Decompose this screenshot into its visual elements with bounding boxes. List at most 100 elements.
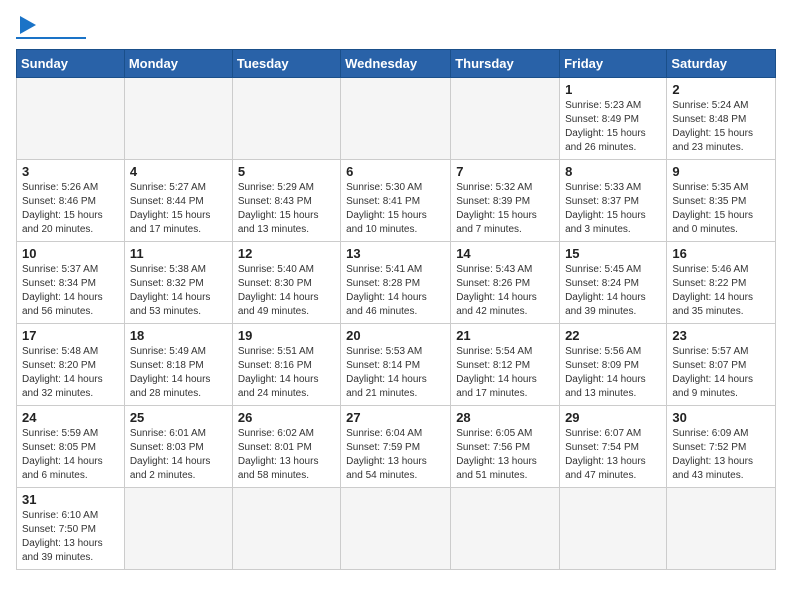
day-number: 17 — [22, 328, 119, 343]
calendar-week-row: 24 Sunrise: 5:59 AM Sunset: 8:05 PM Dayli… — [17, 406, 776, 488]
day-info: Sunrise: 6:02 AM Sunset: 8:01 PM Dayligh… — [238, 427, 335, 483]
calendar-week-row: 10 Sunrise: 5:37 AM Sunset: 8:34 PM Dayli… — [17, 242, 776, 324]
calendar-day-cell: 12 Sunrise: 5:40 AM Sunset: 8:30 PM Dayli… — [232, 242, 340, 324]
day-number: 28 — [456, 410, 554, 425]
calendar-day-cell — [341, 78, 451, 160]
calendar-day-cell — [232, 78, 340, 160]
day-number: 22 — [565, 328, 661, 343]
day-info: Sunrise: 5:41 AM Sunset: 8:28 PM Dayligh… — [346, 263, 445, 319]
calendar-day-cell: 28 Sunrise: 6:05 AM Sunset: 7:56 PM Dayli… — [451, 406, 560, 488]
calendar-day-cell: 20 Sunrise: 5:53 AM Sunset: 8:14 PM Dayli… — [341, 324, 451, 406]
calendar-header-tuesday: Tuesday — [232, 50, 340, 78]
day-number: 2 — [672, 82, 770, 97]
day-number: 4 — [130, 164, 227, 179]
calendar-day-cell — [451, 488, 560, 570]
day-number: 18 — [130, 328, 227, 343]
calendar-day-cell: 31 Sunrise: 6:10 AM Sunset: 7:50 PM Dayli… — [17, 488, 125, 570]
calendar-day-cell: 13 Sunrise: 5:41 AM Sunset: 8:28 PM Dayli… — [341, 242, 451, 324]
day-number: 31 — [22, 492, 119, 507]
day-info: Sunrise: 5:51 AM Sunset: 8:16 PM Dayligh… — [238, 345, 335, 401]
calendar-day-cell: 29 Sunrise: 6:07 AM Sunset: 7:54 PM Dayli… — [560, 406, 667, 488]
day-info: Sunrise: 5:48 AM Sunset: 8:20 PM Dayligh… — [22, 345, 119, 401]
calendar-header-sunday: Sunday — [17, 50, 125, 78]
calendar-day-cell: 21Sunrise: 5:54 AM Sunset: 8:12 PM Dayli… — [451, 324, 560, 406]
day-info: Sunrise: 5:45 AM Sunset: 8:24 PM Dayligh… — [565, 263, 661, 319]
calendar-day-cell — [124, 488, 232, 570]
calendar-day-cell: 2Sunrise: 5:24 AM Sunset: 8:48 PM Daylig… — [667, 78, 776, 160]
day-info: Sunrise: 5:57 AM Sunset: 8:07 PM Dayligh… — [672, 345, 770, 401]
calendar-day-cell: 26 Sunrise: 6:02 AM Sunset: 8:01 PM Dayli… — [232, 406, 340, 488]
calendar-day-cell: 1Sunrise: 5:23 AM Sunset: 8:49 PM Daylig… — [560, 78, 667, 160]
day-number: 7 — [456, 164, 554, 179]
calendar-day-cell: 24 Sunrise: 5:59 AM Sunset: 8:05 PM Dayli… — [17, 406, 125, 488]
day-info: Sunrise: 5:23 AM Sunset: 8:49 PM Dayligh… — [565, 99, 661, 155]
day-number: 26 — [238, 410, 335, 425]
day-info: Sunrise: 6:09 AM Sunset: 7:52 PM Dayligh… — [672, 427, 770, 483]
day-info: Sunrise: 5:59 AM Sunset: 8:05 PM Dayligh… — [22, 427, 119, 483]
day-number: 3 — [22, 164, 119, 179]
calendar-week-row: 31 Sunrise: 6:10 AM Sunset: 7:50 PM Dayli… — [17, 488, 776, 570]
day-info: Sunrise: 5:43 AM Sunset: 8:26 PM Dayligh… — [456, 263, 554, 319]
day-info: Sunrise: 6:07 AM Sunset: 7:54 PM Dayligh… — [565, 427, 661, 483]
day-info: Sunrise: 5:29 AM Sunset: 8:43 PM Dayligh… — [238, 181, 335, 237]
day-info: Sunrise: 5:30 AM Sunset: 8:41 PM Dayligh… — [346, 181, 445, 237]
day-number: 29 — [565, 410, 661, 425]
calendar-header-monday: Monday — [124, 50, 232, 78]
day-info: Sunrise: 5:56 AM Sunset: 8:09 PM Dayligh… — [565, 345, 661, 401]
calendar-day-cell: 5 Sunrise: 5:29 AM Sunset: 8:43 PM Daylig… — [232, 160, 340, 242]
day-info: Sunrise: 6:05 AM Sunset: 7:56 PM Dayligh… — [456, 427, 554, 483]
calendar-day-cell — [560, 488, 667, 570]
day-number: 10 — [22, 246, 119, 261]
calendar-day-cell: 4 Sunrise: 5:27 AM Sunset: 8:44 PM Daylig… — [124, 160, 232, 242]
calendar-day-cell: 15 Sunrise: 5:45 AM Sunset: 8:24 PM Dayli… — [560, 242, 667, 324]
calendar-day-cell — [341, 488, 451, 570]
day-info: Sunrise: 5:49 AM Sunset: 8:18 PM Dayligh… — [130, 345, 227, 401]
logo-area — [16, 16, 86, 39]
day-info: Sunrise: 5:40 AM Sunset: 8:30 PM Dayligh… — [238, 263, 335, 319]
calendar-day-cell: 8Sunrise: 5:33 AM Sunset: 8:37 PM Daylig… — [560, 160, 667, 242]
calendar-header-saturday: Saturday — [667, 50, 776, 78]
day-info: Sunrise: 6:04 AM Sunset: 7:59 PM Dayligh… — [346, 427, 445, 483]
day-number: 23 — [672, 328, 770, 343]
logo-triangle-icon — [20, 16, 36, 34]
calendar-day-cell — [667, 488, 776, 570]
day-info: Sunrise: 5:38 AM Sunset: 8:32 PM Dayligh… — [130, 263, 227, 319]
calendar-day-cell: 23 Sunrise: 5:57 AM Sunset: 8:07 PM Dayli… — [667, 324, 776, 406]
day-number: 21 — [456, 328, 554, 343]
calendar-header-friday: Friday — [560, 50, 667, 78]
calendar-day-cell: 16 Sunrise: 5:46 AM Sunset: 8:22 PM Dayli… — [667, 242, 776, 324]
day-number: 13 — [346, 246, 445, 261]
calendar-header-thursday: Thursday — [451, 50, 560, 78]
day-info: Sunrise: 6:10 AM Sunset: 7:50 PM Dayligh… — [22, 509, 119, 565]
day-info: Sunrise: 5:32 AM Sunset: 8:39 PM Dayligh… — [456, 181, 554, 237]
day-number: 30 — [672, 410, 770, 425]
day-number: 12 — [238, 246, 335, 261]
day-number: 24 — [22, 410, 119, 425]
calendar-day-cell: 30 Sunrise: 6:09 AM Sunset: 7:52 PM Dayli… — [667, 406, 776, 488]
calendar-table: SundayMondayTuesdayWednesdayThursdayFrid… — [16, 49, 776, 570]
header — [16, 16, 776, 39]
calendar-day-cell: 14 Sunrise: 5:43 AM Sunset: 8:26 PM Dayli… — [451, 242, 560, 324]
day-number: 9 — [672, 164, 770, 179]
calendar-day-cell: 27Sunrise: 6:04 AM Sunset: 7:59 PM Dayli… — [341, 406, 451, 488]
day-number: 25 — [130, 410, 227, 425]
calendar-day-cell — [124, 78, 232, 160]
calendar-week-row: 1Sunrise: 5:23 AM Sunset: 8:49 PM Daylig… — [17, 78, 776, 160]
day-info: Sunrise: 5:46 AM Sunset: 8:22 PM Dayligh… — [672, 263, 770, 319]
day-number: 5 — [238, 164, 335, 179]
day-info: Sunrise: 5:33 AM Sunset: 8:37 PM Dayligh… — [565, 181, 661, 237]
calendar-day-cell: 25Sunrise: 6:01 AM Sunset: 8:03 PM Dayli… — [124, 406, 232, 488]
day-info: Sunrise: 5:53 AM Sunset: 8:14 PM Dayligh… — [346, 345, 445, 401]
calendar-day-cell: 7 Sunrise: 5:32 AM Sunset: 8:39 PM Daylig… — [451, 160, 560, 242]
day-number: 16 — [672, 246, 770, 261]
day-number: 19 — [238, 328, 335, 343]
day-number: 14 — [456, 246, 554, 261]
day-info: Sunrise: 5:35 AM Sunset: 8:35 PM Dayligh… — [672, 181, 770, 237]
day-info: Sunrise: 5:27 AM Sunset: 8:44 PM Dayligh… — [130, 181, 227, 237]
day-number: 15 — [565, 246, 661, 261]
logo-underline — [16, 37, 86, 39]
day-number: 20 — [346, 328, 445, 343]
calendar-day-cell: 11Sunrise: 5:38 AM Sunset: 8:32 PM Dayli… — [124, 242, 232, 324]
day-info: Sunrise: 5:37 AM Sunset: 8:34 PM Dayligh… — [22, 263, 119, 319]
calendar-day-cell — [451, 78, 560, 160]
